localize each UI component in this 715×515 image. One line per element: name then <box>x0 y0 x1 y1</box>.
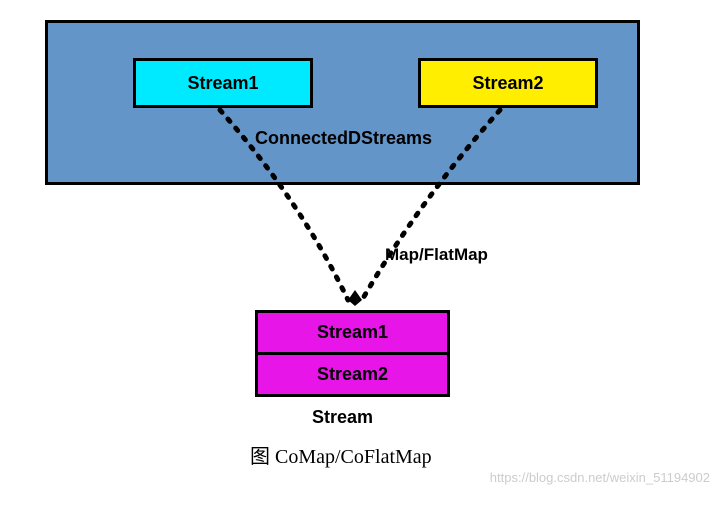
diagram-canvas: Stream1 Stream2 ConnectedDStreams Map/Fl… <box>0 0 715 515</box>
input-stream2-label: Stream2 <box>472 73 543 94</box>
output-stream-stack: Stream1 Stream2 <box>255 310 450 397</box>
map-flatmap-label: Map/FlatMap <box>385 245 488 265</box>
figure-caption: 图 CoMap/CoFlatMap <box>250 440 432 469</box>
watermark-text: https://blog.csdn.net/weixin_51194902 <box>490 470 710 485</box>
output-stream2-label: Stream2 <box>317 364 388 385</box>
output-stream1-box: Stream1 <box>255 310 450 355</box>
output-stream2-box: Stream2 <box>255 352 450 397</box>
connected-streams-container: Stream1 Stream2 ConnectedDStreams <box>45 20 640 185</box>
output-stream1-label: Stream1 <box>317 322 388 343</box>
output-stream-label: Stream <box>312 407 373 428</box>
input-stream2-box: Stream2 <box>418 58 598 108</box>
input-stream1-box: Stream1 <box>133 58 313 108</box>
input-stream1-label: Stream1 <box>187 73 258 94</box>
connected-streams-label: ConnectedDStreams <box>255 128 432 149</box>
